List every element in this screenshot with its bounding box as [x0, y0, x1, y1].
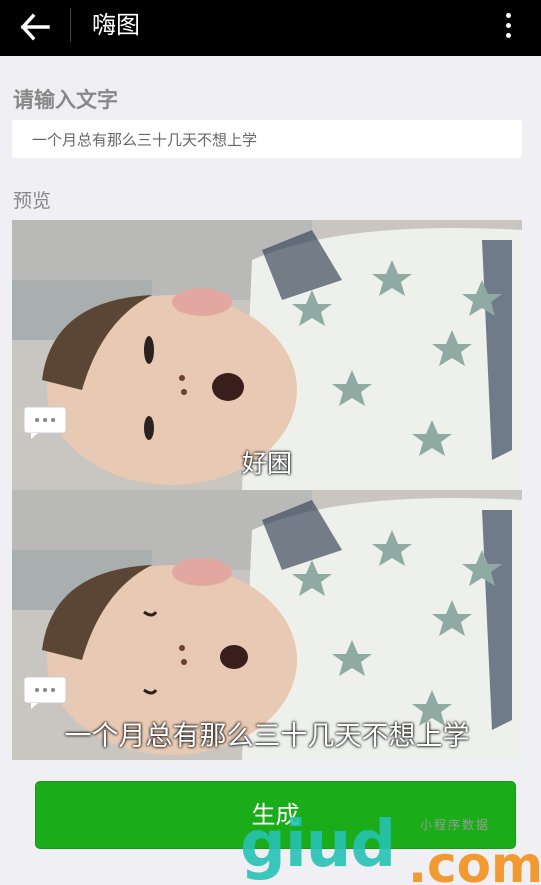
text-input[interactable] — [12, 120, 522, 158]
preview-frame-2: 一个月总有那么三十几天不想上学 — [12, 490, 522, 760]
watermark-subtext: 小程序数据 — [420, 818, 491, 832]
watermark-logo: giud .com 小程序数据 — [240, 808, 541, 885]
preview-image: 好困 一个月总有那么三十几天不想上学 — [12, 220, 522, 760]
top-bar: 嗨图 — [0, 0, 541, 56]
watermark-text: giud — [240, 808, 396, 882]
chat-bubble-icon — [23, 406, 67, 439]
arrow-left-icon[interactable] — [18, 12, 52, 42]
input-label: 请输入文字 — [13, 88, 118, 112]
chat-bubble-icon — [23, 676, 67, 709]
page-title: 嗨图 — [92, 11, 140, 39]
watermark-suffix: .com — [408, 836, 541, 885]
preview-label: 预览 — [13, 190, 52, 212]
more-vertical-icon[interactable] — [503, 10, 513, 42]
preview-frame-1: 好困 — [12, 220, 522, 490]
header-divider — [70, 8, 71, 42]
frame-caption-1: 好困 — [241, 449, 292, 478]
frame-caption-2: 一个月总有那么三十几天不想上学 — [64, 721, 470, 752]
